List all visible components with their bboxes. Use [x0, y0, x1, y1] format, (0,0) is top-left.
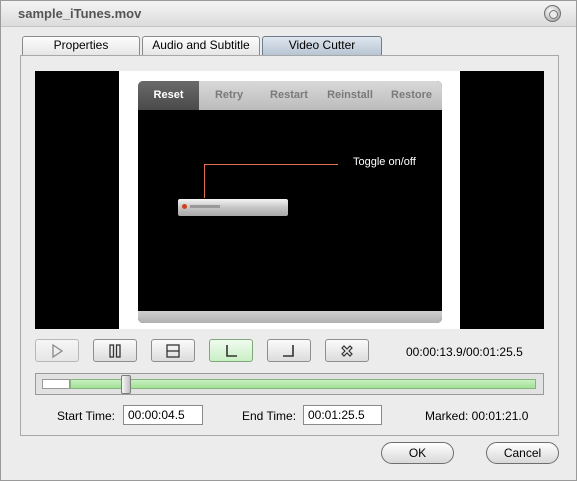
- video-menu-restart: Restart: [270, 89, 308, 101]
- video-bottom-bar: [138, 311, 442, 323]
- mark-in-icon: [226, 345, 237, 357]
- start-time-label: Start Time:: [57, 409, 116, 423]
- timeline-unmarked: [42, 379, 70, 389]
- video-preview: Reset Retry Restart Reinstall Restore To…: [35, 71, 544, 329]
- end-time-input[interactable]: [303, 405, 382, 425]
- play-button[interactable]: [35, 339, 79, 362]
- video-cutter-dialog: sample_iTunes.mov Properties Audio and S…: [0, 0, 577, 481]
- ok-button[interactable]: OK: [381, 442, 454, 464]
- video-content: Reset Retry Restart Reinstall Restore To…: [138, 81, 442, 323]
- video-frame: Reset Retry Restart Reinstall Restore To…: [119, 71, 460, 329]
- stop-button[interactable]: [151, 339, 195, 362]
- timeline-thumb[interactable]: [121, 375, 131, 394]
- video-menu-bar: Reset Retry Restart Reinstall Restore: [138, 81, 442, 110]
- start-time-input[interactable]: [123, 405, 203, 425]
- clear-marks-icon: [341, 345, 353, 357]
- timeline-slider[interactable]: [35, 373, 544, 395]
- callout-line-vertical: [204, 164, 205, 198]
- window-title: sample_iTunes.mov: [18, 6, 142, 21]
- mark-out-icon: [283, 345, 294, 357]
- clear-marks-button[interactable]: [325, 339, 369, 362]
- device-led: [182, 204, 187, 209]
- marked-duration: Marked: 00:01:21.0: [425, 409, 529, 423]
- video-menu-restore: Restore: [391, 89, 432, 101]
- device-strip: [190, 205, 220, 208]
- pause-button[interactable]: [93, 339, 137, 362]
- video-menu-retry: Retry: [214, 89, 244, 101]
- callout-label: Toggle on/off: [353, 156, 416, 168]
- current-time-display: 00:00:13.9/00:01:25.5: [406, 345, 523, 359]
- mark-in-button[interactable]: [209, 339, 253, 362]
- title-bar[interactable]: sample_iTunes.mov: [1, 1, 576, 27]
- video-menu-reset: Reset: [138, 81, 199, 110]
- pause-icon: [109, 344, 121, 358]
- device-image: [178, 199, 288, 216]
- stop-icon: [166, 344, 180, 358]
- mark-out-button[interactable]: [267, 339, 311, 362]
- callout-line: [204, 164, 338, 165]
- end-time-label: End Time:: [242, 409, 297, 423]
- close-icon[interactable]: [544, 5, 561, 22]
- tab-video-cutter[interactable]: Video Cutter: [262, 36, 382, 55]
- timeline-marked-range: [70, 379, 536, 389]
- tab-properties[interactable]: Properties: [22, 36, 140, 55]
- tab-audio-and-subtitle[interactable]: Audio and Subtitle: [142, 36, 260, 55]
- video-menu-reinstall: Reinstall: [327, 89, 373, 101]
- cancel-button[interactable]: Cancel: [486, 442, 559, 464]
- play-icon: [52, 343, 64, 359]
